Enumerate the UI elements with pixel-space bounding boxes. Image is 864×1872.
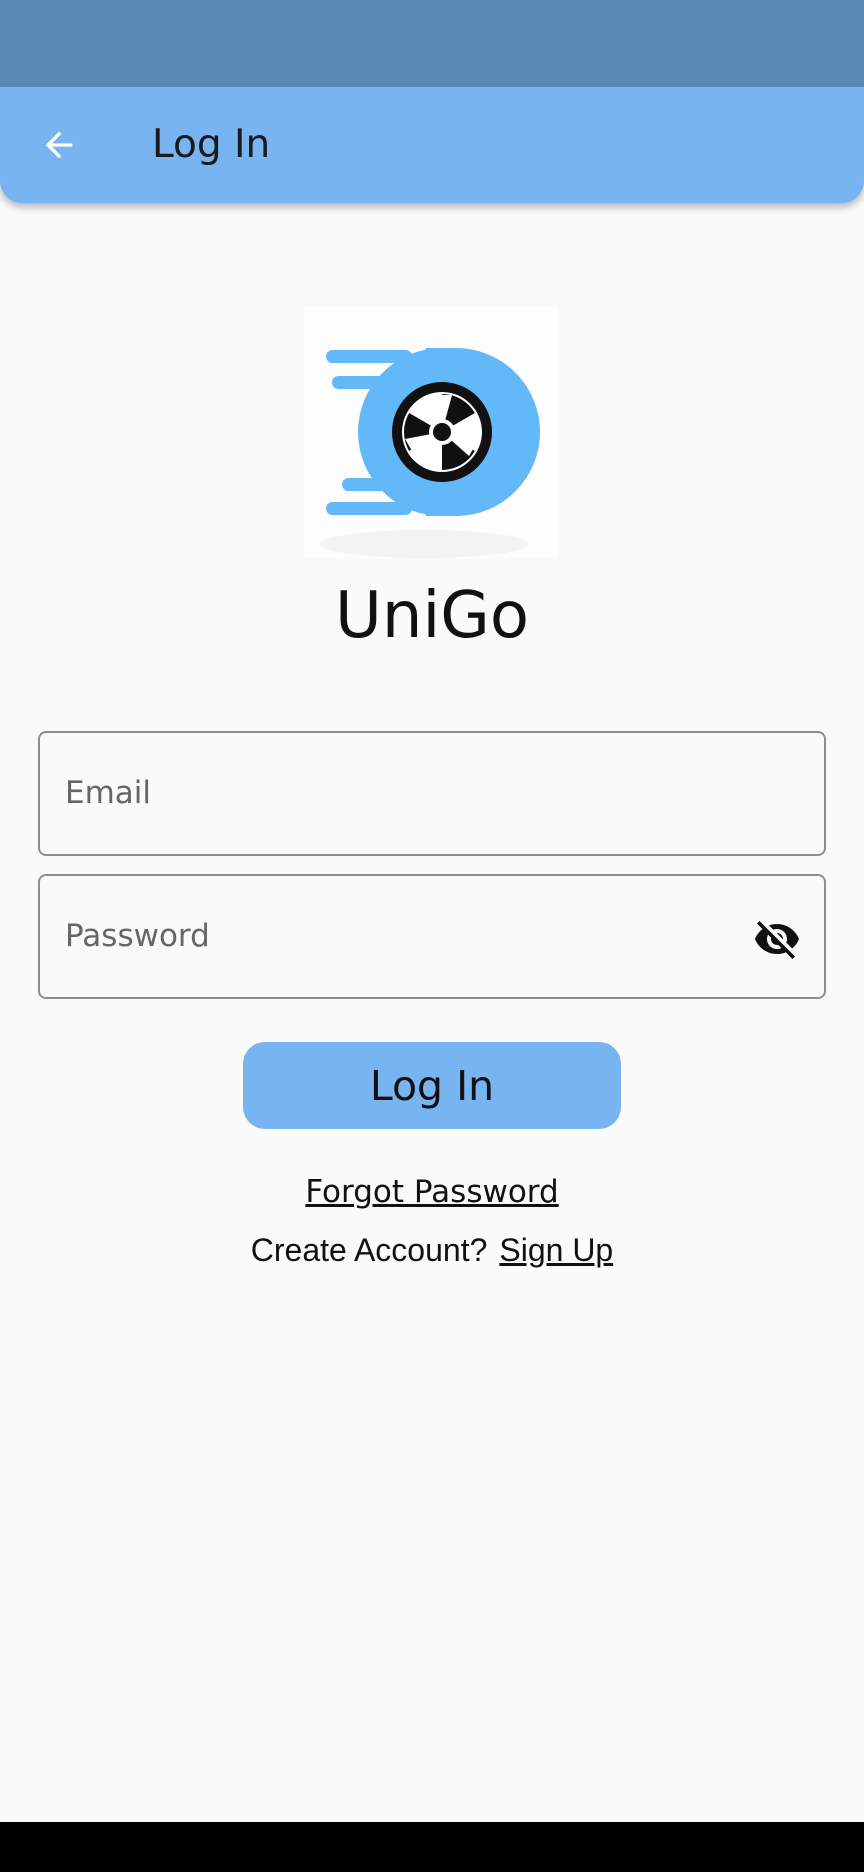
back-button[interactable] [28,117,90,173]
create-account-text: Create Account? [250,1232,488,1268]
arrow-back-icon [45,131,73,159]
sign-up-link[interactable]: Sign Up [499,1232,613,1268]
forgot-password-row: Forgot Password [0,1170,864,1214]
email-placeholder: Email [65,775,152,811]
signup-row: Create Account? Sign Up [0,1228,864,1272]
app-bar: Log In [0,87,864,203]
status-bar [0,0,864,87]
password-field[interactable]: Password [38,874,826,999]
password-placeholder: Password [65,918,210,954]
unigo-wheel-logo [304,306,558,558]
forgot-password-link[interactable]: Forgot Password [305,1174,558,1210]
page-title: Log In [152,122,271,167]
login-button[interactable]: Log In [243,1042,621,1129]
system-nav-bar [0,1822,864,1872]
brand-name: UniGo [335,579,529,653]
app-logo [304,306,558,558]
toggle-password-visibility-button[interactable] [752,914,802,964]
email-field[interactable]: Email [38,731,826,856]
visibility-off-icon [755,921,799,959]
